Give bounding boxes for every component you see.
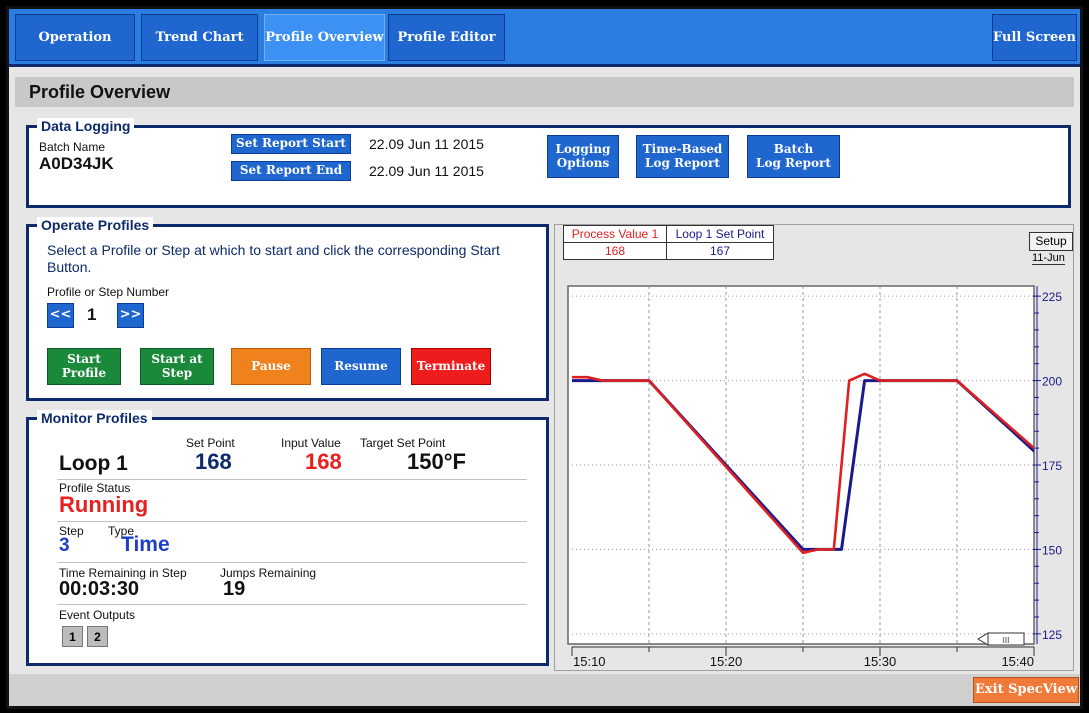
x-tick-label: 15:40 (1001, 654, 1034, 669)
row-separator (57, 604, 527, 605)
exit-specview-button[interactable]: Exit SpecView (973, 677, 1079, 703)
y-tick-label: 200 (1042, 375, 1062, 389)
event-output-2-button[interactable]: 2 (87, 626, 108, 647)
input-value: 168 (305, 449, 342, 474)
trend-chart-svg: 225 200 175 150 125 15:10 15:20 15:30 15:40 III (567, 285, 1062, 669)
event-outputs-label: Event Outputs (59, 608, 136, 622)
set-report-end-button[interactable]: Set Report End (231, 161, 351, 181)
batch-log-report-button[interactable]: Batch Log Report (747, 135, 840, 178)
x-tick-label: 15:30 (864, 654, 897, 669)
time-based-line1: Time-Based (642, 141, 723, 156)
x-tick-label: 15:10 (573, 654, 606, 669)
type-value: Time (121, 533, 170, 556)
time-based-line2: Log Report (645, 155, 720, 170)
start-at-step-button[interactable]: Start at Step (140, 348, 214, 385)
data-logging-panel: Data Logging Batch Name A0D34JK Set Repo… (26, 118, 1071, 208)
previous-step-button[interactable]: << (47, 303, 74, 328)
app-window: Operation Trend Chart Profile Overview P… (6, 6, 1083, 709)
logging-options-line1: Logging (555, 141, 611, 156)
operate-profiles-legend: Operate Profiles (37, 217, 154, 233)
y-tick-label: 125 (1042, 628, 1062, 642)
step-number-value: 1 (87, 305, 97, 324)
target-set-point-value: 150°F (407, 449, 466, 474)
row-separator (57, 521, 527, 522)
step-value: 3 (59, 535, 70, 556)
tab-trend-chart[interactable]: Trend Chart (141, 14, 258, 61)
tab-profile-overview[interactable]: Profile Overview (264, 14, 385, 61)
set-report-start-button[interactable]: Set Report Start (231, 134, 351, 154)
start-at-step-line2: Step (161, 365, 193, 380)
set-point-value: 168 (195, 449, 232, 474)
input-value-label: Input Value (281, 436, 341, 450)
report-start-time: 22.09 Jun 11 2015 (369, 136, 484, 152)
time-remaining-value: 00:03:30 (59, 578, 140, 600)
batch-name-value: A0D34JK (39, 154, 114, 173)
top-navbar: Operation Trend Chart Profile Overview P… (9, 9, 1080, 67)
bottom-bar (9, 674, 1080, 706)
step-number-label: Profile or Step Number (47, 285, 170, 299)
x-tick-label: 15:20 (710, 654, 743, 669)
jumps-remaining-value: 19 (223, 578, 246, 600)
operate-profiles-panel: Operate Profiles Select a Profile or Ste… (26, 217, 549, 401)
start-profile-line2: Profile (61, 365, 107, 380)
page-title-bar: Profile Overview (15, 77, 1074, 107)
logging-options-line2: Options (556, 155, 610, 170)
set-point-label: Set Point (186, 436, 235, 450)
terminate-button[interactable]: Terminate (411, 348, 491, 385)
monitor-profiles-legend: Monitor Profiles (37, 410, 152, 426)
pause-button[interactable]: Pause (231, 348, 311, 385)
resume-button[interactable]: Resume (321, 348, 401, 385)
next-step-button[interactable]: >> (117, 303, 144, 328)
batch-name-label: Batch Name (39, 140, 106, 154)
page-title: Profile Overview (29, 82, 171, 102)
tab-profile-editor[interactable]: Profile Editor (388, 14, 505, 61)
full-screen-button[interactable]: Full Screen (992, 14, 1077, 61)
scroll-thumb-label: III (1003, 636, 1010, 645)
batch-report-line2: Log Report (756, 155, 831, 170)
chart-scroll-control[interactable]: III (977, 632, 1025, 646)
operate-instruction: Select a Profile or Step at which to sta… (47, 242, 500, 275)
tab-operation[interactable]: Operation (15, 14, 135, 61)
profile-status-value: Running (59, 492, 149, 517)
row-separator (57, 562, 527, 563)
y-tick-label: 150 (1042, 543, 1062, 557)
report-end-time: 22.09 Jun 11 2015 (369, 163, 484, 179)
time-based-log-report-button[interactable]: Time-Based Log Report (636, 135, 729, 178)
start-profile-line1: Start (67, 351, 101, 366)
start-profile-button[interactable]: Start Profile (47, 348, 121, 385)
batch-report-line1: Batch (773, 141, 814, 156)
logging-options-button[interactable]: Logging Options (547, 135, 619, 178)
event-output-1-button[interactable]: 1 (62, 626, 83, 647)
trend-chart-panel: Process Value 1 168 Loop 1 Set Point 167… (554, 224, 1074, 671)
loop-name: Loop 1 (59, 452, 128, 475)
start-at-step-line1: Start at (151, 351, 203, 366)
y-tick-label: 175 (1042, 459, 1062, 473)
data-logging-legend: Data Logging (37, 118, 135, 134)
x-axis-ticks: 15:10 15:20 15:30 15:40 (571, 647, 1035, 669)
target-set-point-label: Target Set Point (360, 436, 446, 450)
row-separator (57, 479, 527, 480)
y-tick-label: 225 (1042, 290, 1062, 304)
